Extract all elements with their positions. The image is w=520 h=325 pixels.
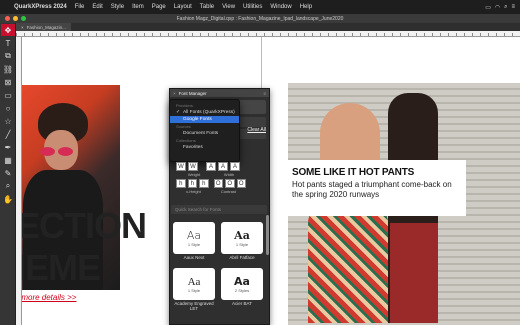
eyedropper-tool-icon[interactable]: ✎ — [1, 167, 15, 179]
table-tool-icon[interactable]: ▦ — [1, 154, 15, 166]
font-card-grid: Aa 1 Style Aaux Next Aa 1 Style Abril Fatf… — [173, 222, 265, 311]
style-count: 1 Style — [187, 242, 201, 247]
checkmark-icon: ✓ — [176, 110, 181, 115]
font-name: Abril Fatface — [229, 255, 255, 260]
wifi-icon[interactable]: ◠ — [495, 4, 500, 11]
picture-box-tool-icon[interactable]: ⊠ — [1, 76, 15, 88]
text-content-tool-icon[interactable]: T — [1, 37, 15, 49]
font-property-filters: W W A A A Weight Width h h h O O O x-Heig… — [176, 162, 246, 196]
status-icons: ▭ ◠ ⌕ ≡ — [485, 4, 520, 11]
menu-view[interactable]: View — [218, 4, 239, 10]
menu-section-header: Sources — [176, 124, 191, 129]
menu-help[interactable]: Help — [296, 4, 316, 10]
font-card[interactable]: Aa 1 Style Academy Engraved LET — [173, 268, 215, 311]
article-subhead[interactable]: Hot pants staged a triumphant come-back … — [292, 180, 462, 200]
tab-label: Fashion_Magazin... — [26, 24, 66, 30]
font-manager-title: Font Manager — [178, 90, 207, 96]
layout-canvas[interactable]: ECTION IEME or more details >> SOME LIKE… — [22, 37, 520, 325]
menu-table[interactable]: Table — [196, 4, 218, 10]
picture-content-tool-icon[interactable]: ⧉ — [1, 50, 15, 62]
font-card[interactable]: Aa 1 Style Aaux Next — [173, 222, 215, 260]
font-manager-titlebar[interactable]: × Font Manager ≡ — [170, 89, 269, 97]
font-name: Academy Engraved LET — [174, 301, 214, 311]
font-name: Acier BAT — [232, 301, 252, 306]
tab-document[interactable]: × Fashion_Magazin... — [16, 23, 71, 31]
article-text-box[interactable]: SOME LIKE IT HOT PANTS Hot pants staged … — [288, 160, 466, 216]
tools-palette: ✥ T ⧉ ⛓ ⊠ ▭ ○ ☆ ╱ ✒ ▦ ✎ ⌕ ✋ — [0, 23, 16, 325]
close-icon[interactable]: × — [21, 25, 24, 30]
search-icon[interactable]: ⌕ — [504, 4, 507, 11]
battery-icon[interactable]: ▭ — [485, 4, 491, 11]
pen-tool-icon[interactable]: ✒ — [1, 141, 15, 153]
font-sample: Aa — [234, 275, 250, 288]
contrast-high-button[interactable]: O — [236, 179, 246, 188]
font-sample: Aa — [187, 275, 201, 288]
text-linking-tool-icon[interactable]: ⛓ — [1, 63, 15, 75]
menu-item-all-fonts[interactable]: ✓ All Fonts (QuarkXPress) — [170, 109, 239, 116]
weight-light-button[interactable]: W — [176, 162, 186, 171]
menu-item-document-fonts[interactable]: Document Fonts — [170, 130, 239, 137]
panel-menu-icon[interactable]: ≡ — [263, 91, 266, 96]
menu-page[interactable]: Page — [148, 4, 170, 10]
pan-tool-icon[interactable]: ✋ — [1, 193, 15, 205]
menu-section-header: Collections — [176, 138, 196, 143]
style-count: 2 Styles — [234, 288, 250, 293]
menu-window[interactable]: Window — [266, 4, 295, 10]
menu-file[interactable]: File — [71, 4, 89, 10]
menu-section-header: Providers — [176, 103, 193, 108]
font-sample: Aa — [234, 229, 250, 242]
style-count: 1 Style — [187, 287, 201, 293]
menu-item-favorites[interactable]: Favorites — [170, 144, 239, 151]
xheight-mid-button[interactable]: h — [187, 179, 197, 188]
contrast-label: Contrast — [220, 189, 236, 194]
menu-utilities[interactable]: Utilities — [239, 4, 266, 10]
font-sample: Aa — [186, 229, 202, 242]
menu-layout[interactable]: Layout — [170, 4, 196, 10]
style-count: 1 Style — [235, 242, 249, 247]
sunglasses — [40, 143, 80, 156]
contrast-low-button[interactable]: O — [213, 179, 223, 188]
xheight-label: x-Height — [185, 189, 201, 194]
line-tool-icon[interactable]: ╱ — [1, 128, 15, 140]
move-tool-icon[interactable]: ✥ — [1, 24, 15, 36]
menu-item[interactable]: Item — [128, 4, 148, 10]
window-title: Fashion Magz_Digital.qxp : Fashion_Magaz… — [176, 15, 344, 22]
menu-edit[interactable]: Edit — [88, 4, 106, 10]
star-tool-icon[interactable]: ☆ — [1, 115, 15, 127]
menu-app[interactable]: QuarkXPress 2024 — [10, 4, 71, 10]
width-narrow-button[interactable]: A — [206, 162, 216, 171]
font-list-scrollbar[interactable] — [266, 215, 269, 255]
font-card[interactable]: Aa 1 Style Abril Fatface — [221, 222, 263, 260]
width-normal-button[interactable]: A — [218, 162, 228, 171]
menu-item-google-fonts[interactable]: Google Fonts — [170, 116, 239, 123]
oval-tool-icon[interactable]: ○ — [1, 102, 15, 114]
width-label: Width — [223, 172, 235, 177]
width-wide-button[interactable]: A — [230, 162, 240, 171]
section-heading-line1[interactable]: ECTION — [22, 205, 147, 247]
contrast-mid-button[interactable]: O — [225, 179, 235, 188]
font-search-input[interactable]: Quick Search for Fonts — [171, 205, 267, 214]
menu-style[interactable]: Style — [107, 4, 128, 10]
clear-all-link[interactable]: Clear All — [247, 127, 266, 133]
xheight-high-button[interactable]: h — [199, 179, 209, 188]
weight-label: Weight — [187, 172, 201, 177]
provider-dropdown-menu: Providers ✓ All Fonts (QuarkXPress) Googl… — [169, 99, 240, 162]
font-name: Aaux Next — [183, 255, 205, 260]
article-headline[interactable]: SOME LIKE IT HOT PANTS — [292, 167, 462, 178]
window-titlebar: Fashion Magz_Digital.qxp : Fashion_Magaz… — [0, 14, 520, 23]
menu-bar: QuarkXPress 2024 File Edit Style Item Pa… — [0, 0, 520, 14]
xheight-low-button[interactable]: h — [176, 179, 186, 188]
close-icon[interactable]: × — [173, 91, 176, 96]
more-details-link[interactable]: or more details >> — [22, 293, 76, 302]
weight-bold-button[interactable]: W — [188, 162, 198, 171]
rectangle-box-tool-icon[interactable]: ▭ — [1, 89, 15, 101]
font-card[interactable]: Aa 2 Styles Acier BAT — [221, 268, 263, 311]
section-heading-line2[interactable]: IEME — [22, 247, 101, 289]
zoom-tool-icon[interactable]: ⌕ — [1, 180, 15, 192]
document-tab-bar: × Fashion_Magazin... — [16, 23, 520, 31]
control-center-icon[interactable]: ≡ — [511, 4, 515, 11]
